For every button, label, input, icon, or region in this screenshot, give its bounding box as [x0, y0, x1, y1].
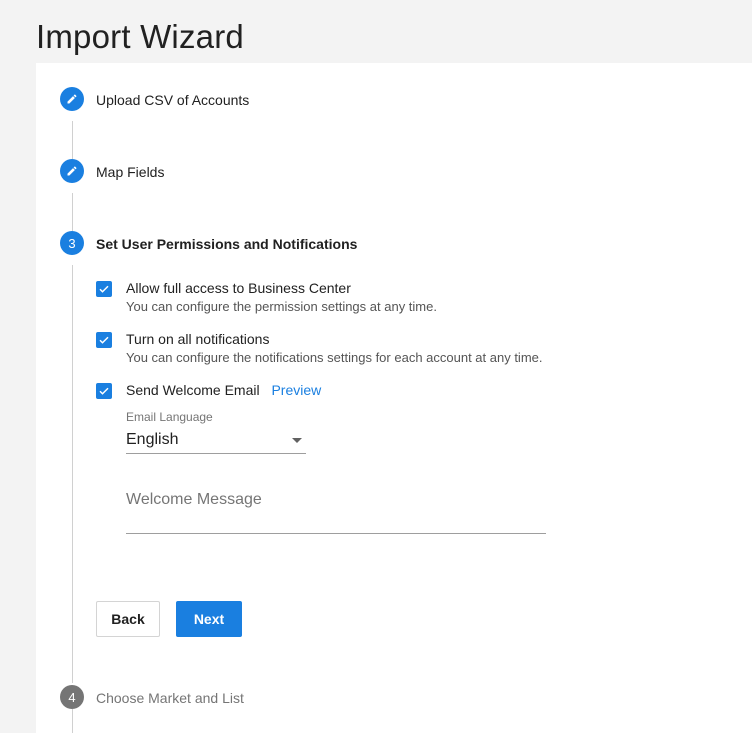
- send-welcome-email-checkbox[interactable]: [96, 383, 112, 399]
- allow-full-access-checkbox[interactable]: [96, 281, 112, 297]
- step-3-indicator: 3: [60, 231, 84, 255]
- email-language-value: English: [126, 431, 179, 448]
- step-4-label: Choose Market and List: [96, 690, 244, 706]
- step-connector: [72, 709, 73, 733]
- step-connector: [72, 193, 73, 231]
- step-4-number: 4: [68, 689, 76, 705]
- step-1-indicator[interactable]: [60, 87, 84, 111]
- email-language-label: Email Language: [126, 410, 213, 424]
- wizard-card: Upload CSV of Accounts Map Fields 3 Set …: [36, 63, 752, 733]
- step-connector: [72, 265, 73, 683]
- back-button[interactable]: Back: [96, 601, 160, 637]
- step-4-indicator: 4: [60, 685, 84, 709]
- welcome-message-input[interactable]: Welcome Message: [126, 491, 546, 534]
- checkmark-icon: [99, 285, 109, 293]
- allow-full-access-help: You can configure the permission setting…: [126, 299, 437, 314]
- checkmark-icon: [99, 336, 109, 344]
- allow-full-access-label: Allow full access to Business Center: [126, 280, 351, 296]
- send-welcome-email-row: Send Welcome Email Preview: [126, 382, 321, 398]
- step-1-label[interactable]: Upload CSV of Accounts: [96, 92, 249, 108]
- step-2-label[interactable]: Map Fields: [96, 164, 164, 180]
- caret-down-icon: [292, 437, 302, 443]
- pencil-icon: [67, 94, 77, 104]
- email-language-select[interactable]: English: [126, 427, 306, 454]
- notifications-help: You can configure the notifications sett…: [126, 350, 543, 365]
- send-welcome-email-label: Send Welcome Email: [126, 382, 260, 398]
- next-button[interactable]: Next: [176, 601, 242, 637]
- page-title: Import Wizard: [36, 18, 244, 55]
- preview-link[interactable]: Preview: [271, 382, 321, 398]
- step-connector: [72, 121, 73, 159]
- notifications-checkbox[interactable]: [96, 332, 112, 348]
- step-2-indicator[interactable]: [60, 159, 84, 183]
- step-3-label: Set User Permissions and Notifications: [96, 236, 358, 252]
- pencil-icon: [67, 166, 77, 176]
- step-3-number: 3: [68, 235, 76, 251]
- checkmark-icon: [99, 387, 109, 395]
- notifications-label: Turn on all notifications: [126, 331, 270, 347]
- welcome-message-placeholder: Welcome Message: [126, 491, 262, 508]
